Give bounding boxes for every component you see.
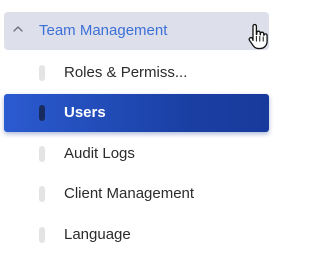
item-marker-icon bbox=[39, 146, 45, 162]
sidebar-item-label: Roles & Permiss... bbox=[64, 64, 188, 81]
group-label: Team Management bbox=[39, 22, 168, 39]
sidebar-item-audit-logs[interactable]: Audit Logs bbox=[4, 135, 269, 173]
sidebar-item-label: Users bbox=[64, 104, 106, 121]
chevron-up-icon bbox=[13, 26, 23, 32]
hand-pointer-icon bbox=[248, 23, 268, 50]
sidebar-nav: Team Management Roles & Permiss... Users… bbox=[0, 0, 271, 263]
sidebar-item-language[interactable]: Language bbox=[4, 216, 269, 254]
sidebar-item-label: Language bbox=[64, 226, 131, 243]
sidebar-item-roles-permissions[interactable]: Roles & Permiss... bbox=[4, 54, 269, 92]
sidebar-item-users[interactable]: Users bbox=[4, 94, 269, 132]
item-marker-icon bbox=[39, 65, 45, 81]
sidebar-item-label: Audit Logs bbox=[64, 145, 135, 162]
item-marker-icon bbox=[39, 186, 45, 202]
sidebar-item-label: Client Management bbox=[64, 185, 195, 202]
item-marker-icon bbox=[39, 105, 45, 121]
item-marker-icon bbox=[39, 227, 45, 243]
sidebar-item-client-management[interactable]: Client Management bbox=[4, 175, 269, 213]
team-management-group-header[interactable]: Team Management bbox=[4, 12, 269, 50]
